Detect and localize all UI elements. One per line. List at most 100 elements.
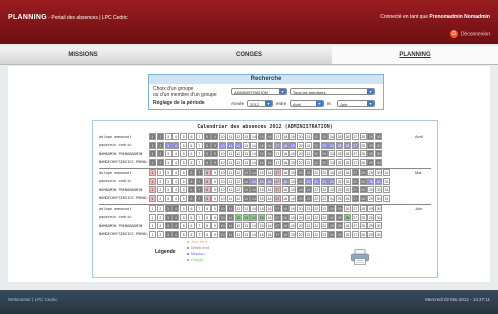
calendar-day-cell[interactable]: 14: [250, 194, 258, 202]
calendar-day-cell[interactable]: 25: [336, 186, 344, 193]
calendar-day-cell[interactable]: 22: [312, 186, 320, 193]
calendar-day-cell[interactable]: 20: [297, 150, 305, 157]
calendar-day-cell[interactable]: 5: [180, 213, 188, 221]
calendar-day-cell[interactable]: 26: [344, 230, 351, 238]
calendar-day-cell[interactable]: 25: [336, 222, 344, 229]
calendar-day-cell[interactable]: 23: [320, 141, 328, 149]
calendar-day-cell[interactable]: 9: [211, 194, 219, 202]
calendar-day-cell[interactable]: 3: [164, 230, 172, 238]
calendar-day-cell[interactable]: 10: [219, 194, 227, 202]
calendar-day-cell[interactable]: 2: [156, 213, 164, 221]
calendar-day-cell[interactable]: 26: [344, 177, 351, 185]
calendar-day-cell[interactable]: 6: [188, 150, 195, 157]
calendar-day-cell[interactable]: 17: [273, 222, 281, 229]
calendar-day-cell[interactable]: 3: [164, 194, 172, 202]
to-month-select[interactable]: Juin ▾: [337, 100, 375, 107]
calendar-day-cell[interactable]: 12: [234, 213, 242, 221]
calendar-day-cell[interactable]: 16: [266, 213, 273, 221]
calendar-day-cell[interactable]: 20: [297, 194, 305, 202]
calendar-day-cell[interactable]: 24: [328, 141, 336, 149]
calendar-day-cell[interactable]: 29: [367, 133, 375, 140]
calendar-day-cell[interactable]: 18: [281, 205, 289, 212]
calendar-day-cell[interactable]: 20: [297, 205, 305, 212]
calendar-day-cell[interactable]: 3: [164, 141, 172, 149]
calendar-day-cell[interactable]: 28: [359, 213, 367, 221]
calendar-day-cell[interactable]: 16: [266, 141, 273, 149]
calendar-day-cell[interactable]: 20: [297, 133, 305, 140]
calendar-day-cell[interactable]: 21: [305, 169, 312, 176]
calendar-day-cell[interactable]: 24: [328, 222, 336, 229]
calendar-day-cell[interactable]: 2: [156, 169, 164, 176]
calendar-day-cell[interactable]: 27: [351, 222, 359, 229]
calendar-day-cell[interactable]: 22: [312, 222, 320, 229]
calendar-day-cell[interactable]: 13: [242, 150, 250, 157]
calendar-day-cell[interactable]: 23: [320, 230, 328, 238]
calendar-day-cell[interactable]: 5: [180, 141, 188, 149]
calendar-day-cell[interactable]: 9: [211, 141, 219, 149]
calendar-day-cell[interactable]: 29: [367, 158, 375, 166]
calendar-day-cell[interactable]: 8: [203, 150, 211, 157]
calendar-day-cell[interactable]: 3: [164, 205, 172, 212]
calendar-day-cell[interactable]: 4: [172, 133, 180, 140]
calendar-day-cell[interactable]: 8: [203, 133, 211, 140]
calendar-day-cell[interactable]: 19: [289, 222, 297, 229]
calendar-day-cell[interactable]: 15: [258, 169, 266, 176]
calendar-day-cell[interactable]: 5: [180, 177, 188, 185]
calendar-day-cell[interactable]: 13: [242, 186, 250, 193]
calendar-day-cell[interactable]: 7: [195, 133, 203, 140]
calendar-day-cell[interactable]: 18: [281, 186, 289, 193]
calendar-day-cell[interactable]: 27: [351, 158, 359, 166]
calendar-day-cell[interactable]: 28: [359, 150, 367, 157]
calendar-day-cell[interactable]: 18: [281, 150, 289, 157]
printer-icon[interactable]: [351, 249, 369, 265]
calendar-day-cell[interactable]: 22: [312, 158, 320, 166]
calendar-day-cell[interactable]: 27: [351, 133, 359, 140]
calendar-day-cell[interactable]: 22: [312, 177, 320, 185]
calendar-day-cell[interactable]: 2: [156, 230, 164, 238]
calendar-day-cell[interactable]: 10: [219, 158, 227, 166]
logout-button[interactable]: ⏻ Déconnexion: [449, 30, 490, 38]
calendar-day-cell[interactable]: 5: [180, 186, 188, 193]
calendar-day-cell[interactable]: 29: [367, 150, 375, 157]
calendar-day-cell[interactable]: 25: [336, 230, 344, 238]
calendar-day-cell[interactable]: 15: [258, 194, 266, 202]
calendar-day-cell[interactable]: 26: [344, 169, 351, 176]
calendar-day-cell[interactable]: 20: [297, 186, 305, 193]
calendar-day-cell[interactable]: 30: [375, 205, 383, 212]
calendar-day-cell[interactable]: 25: [336, 177, 344, 185]
calendar-day-cell[interactable]: 3: [164, 213, 172, 221]
calendar-day-cell[interactable]: 12: [234, 194, 242, 202]
calendar-day-cell[interactable]: 12: [234, 158, 242, 166]
calendar-day-cell[interactable]: 11: [227, 141, 234, 149]
calendar-day-cell[interactable]: 6: [188, 213, 195, 221]
calendar-day-cell[interactable]: 8: [203, 222, 211, 229]
calendar-day-cell[interactable]: 10: [219, 150, 227, 157]
calendar-day-cell[interactable]: 9: [211, 186, 219, 193]
calendar-day-cell[interactable]: 7: [195, 158, 203, 166]
calendar-day-cell[interactable]: 24: [328, 158, 336, 166]
calendar-day-cell[interactable]: 28: [359, 141, 367, 149]
calendar-day-cell[interactable]: 12: [234, 133, 242, 140]
calendar-day-cell[interactable]: 1: [149, 169, 156, 176]
calendar-day-cell[interactable]: 3: [164, 186, 172, 193]
calendar-day-cell[interactable]: 10: [219, 213, 227, 221]
calendar-day-cell[interactable]: 5: [180, 194, 188, 202]
calendar-day-cell[interactable]: 1: [149, 133, 156, 140]
calendar-day-cell[interactable]: 22: [312, 230, 320, 238]
calendar-day-cell[interactable]: 8: [203, 169, 211, 176]
calendar-day-cell[interactable]: 29: [367, 141, 375, 149]
calendar-day-cell[interactable]: 11: [227, 194, 234, 202]
calendar-day-cell[interactable]: 10: [219, 186, 227, 193]
calendar-day-cell[interactable]: 7: [195, 205, 203, 212]
member-select[interactable]: Tous les membres ▾: [290, 88, 375, 95]
calendar-day-cell[interactable]: 30: [375, 177, 383, 185]
calendar-day-cell[interactable]: 14: [250, 169, 258, 176]
calendar-day-cell[interactable]: 28: [359, 222, 367, 229]
calendar-day-cell[interactable]: 26: [344, 150, 351, 157]
calendar-day-cell[interactable]: 24: [328, 230, 336, 238]
calendar-day-cell[interactable]: 9: [211, 222, 219, 229]
calendar-day-cell[interactable]: 28: [359, 205, 367, 212]
calendar-day-cell[interactable]: 19: [289, 141, 297, 149]
calendar-day-cell[interactable]: 14: [250, 133, 258, 140]
calendar-day-cell[interactable]: 17: [273, 141, 281, 149]
